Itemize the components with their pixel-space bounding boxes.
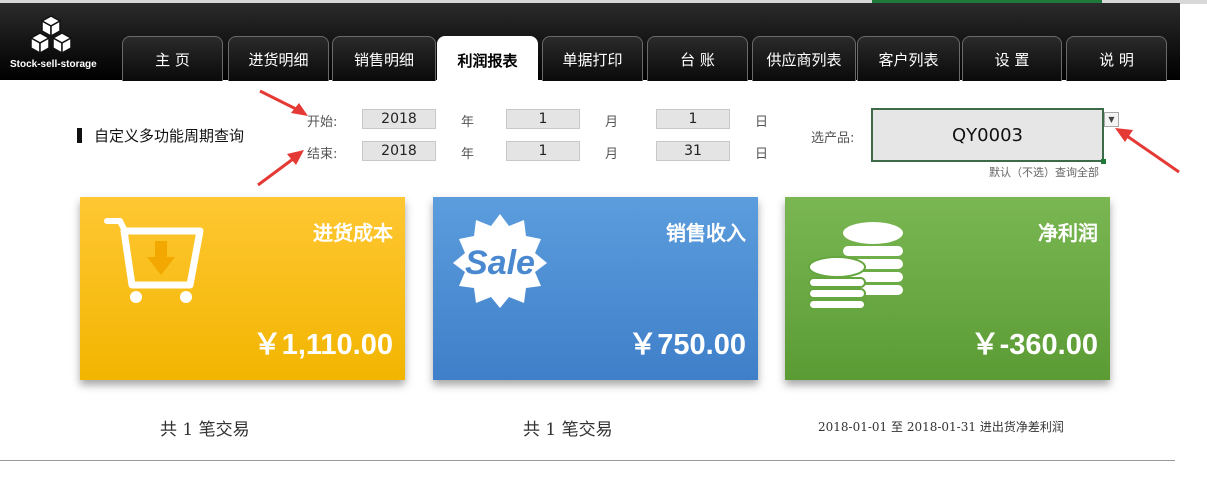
red-arrow-icon [1115,128,1180,174]
start-year-field[interactable]: 2018 [362,109,436,129]
purchase-cost-title: 进货成本 [313,221,393,245]
logo: Stock-sell-storage [10,15,97,75]
net-profit-title: 净利润 [1038,221,1098,245]
tab-supplier-list[interactable]: 供应商列表 [752,36,856,81]
product-dropdown-button[interactable]: ▼ [1104,112,1119,127]
section-marker [77,128,82,143]
period-summary: 2018-01-01 至 2018-01-31 进出货净差利润 [818,420,1064,434]
product-hint: 默认（不选）查询全部 [989,166,1099,179]
end-month-field[interactable]: 1 [506,141,580,161]
red-arrow-icon [257,150,304,187]
tab-document-print[interactable]: 单据打印 [542,36,643,81]
purchase-cost-amount: ￥1,110.00 [252,329,393,361]
end-month-unit: 月 [605,147,619,162]
end-year-field[interactable]: 2018 [362,141,436,161]
tab-purchase-detail[interactable]: 进货明细 [228,36,329,81]
sales-revenue-amount: ￥750.00 [628,329,746,361]
end-day-field[interactable]: 31 [656,141,730,161]
boxes-logo-icon [30,15,72,54]
start-month-field[interactable]: 1 [506,109,580,129]
product-label: 选产品: [811,131,855,146]
end-year-unit: 年 [461,147,475,162]
net-profit-amount: ￥-360.00 [970,329,1098,361]
sale-badge-icon: Sale [453,214,547,308]
divider [0,460,1175,461]
tab-settings[interactable]: 设 置 [962,36,1062,81]
logo-text: Stock-sell-storage [10,59,97,70]
tab-ledger[interactable]: 台 账 [647,36,748,81]
end-day-unit: 日 [755,147,769,162]
svg-text:Sale: Sale [465,244,535,282]
start-month-unit: 月 [605,115,619,130]
tab-profit-report[interactable]: 利润报表 [437,36,538,83]
end-label: 结束: [307,147,338,162]
purchase-cost-card: 进货成本 ￥1,110.00 [80,197,405,380]
tab-home[interactable]: 主 页 [122,36,223,81]
tab-sales-detail[interactable]: 销售明细 [332,36,436,81]
section-title-text: 自定义多功能周期查询 [94,127,245,145]
section-title: 自定义多功能周期查询 [77,125,244,146]
cell-fill-handle[interactable] [1101,159,1106,164]
app-header: Stock-sell-storage 主 页 进货明细 销售明细 利润报表 单据… [0,3,1180,83]
tab-customer-list[interactable]: 客户列表 [857,36,960,81]
product-value: QY0003 [952,124,1023,146]
product-select[interactable]: QY0003 [871,108,1106,164]
start-day-field[interactable]: 1 [656,109,730,129]
start-day-unit: 日 [755,115,769,130]
sales-revenue-card: Sale 销售收入 ￥750.00 [433,197,758,380]
sales-transaction-count: 共 1 笔交易 [523,420,613,440]
sales-revenue-title: 销售收入 [666,221,746,245]
start-label: 开始: [307,115,338,130]
red-arrow-icon [259,89,308,116]
tab-help[interactable]: 说 明 [1066,36,1167,81]
purchase-transaction-count: 共 1 笔交易 [160,420,250,440]
start-year-unit: 年 [461,115,475,130]
net-profit-card: 净利润 ￥-360.00 [785,197,1110,380]
coins-icon [808,222,903,310]
cart-down-icon [104,218,204,303]
